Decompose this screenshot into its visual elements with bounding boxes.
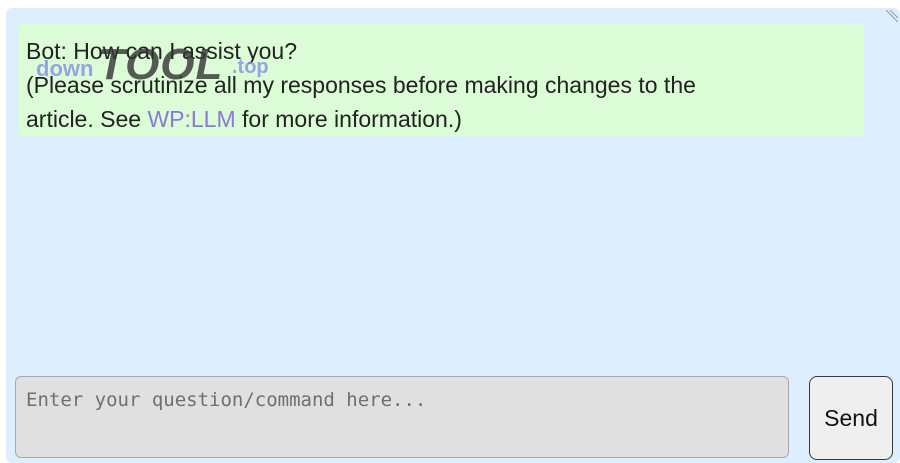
bot-greeting: Bot: How can I assist you? <box>26 38 298 64</box>
disclaimer-suffix: for more information.) <box>235 106 462 132</box>
question-input[interactable] <box>15 376 789 458</box>
wp-llm-link[interactable]: WP:LLM <box>147 106 235 132</box>
disclaimer-prefix: article. See <box>26 106 148 132</box>
bot-message: Bot: How can I assist you? (Please scrut… <box>18 24 864 136</box>
chat-panel: Bot: How can I assist you? (Please scrut… <box>6 8 900 463</box>
bot-disclaimer-continued: article. See WP:LLM for more information… <box>26 102 856 136</box>
send-button[interactable]: Send <box>809 376 893 460</box>
bot-disclaimer: (Please scrutinize all my responses befo… <box>26 72 696 98</box>
resize-grip-icon[interactable] <box>884 9 899 24</box>
